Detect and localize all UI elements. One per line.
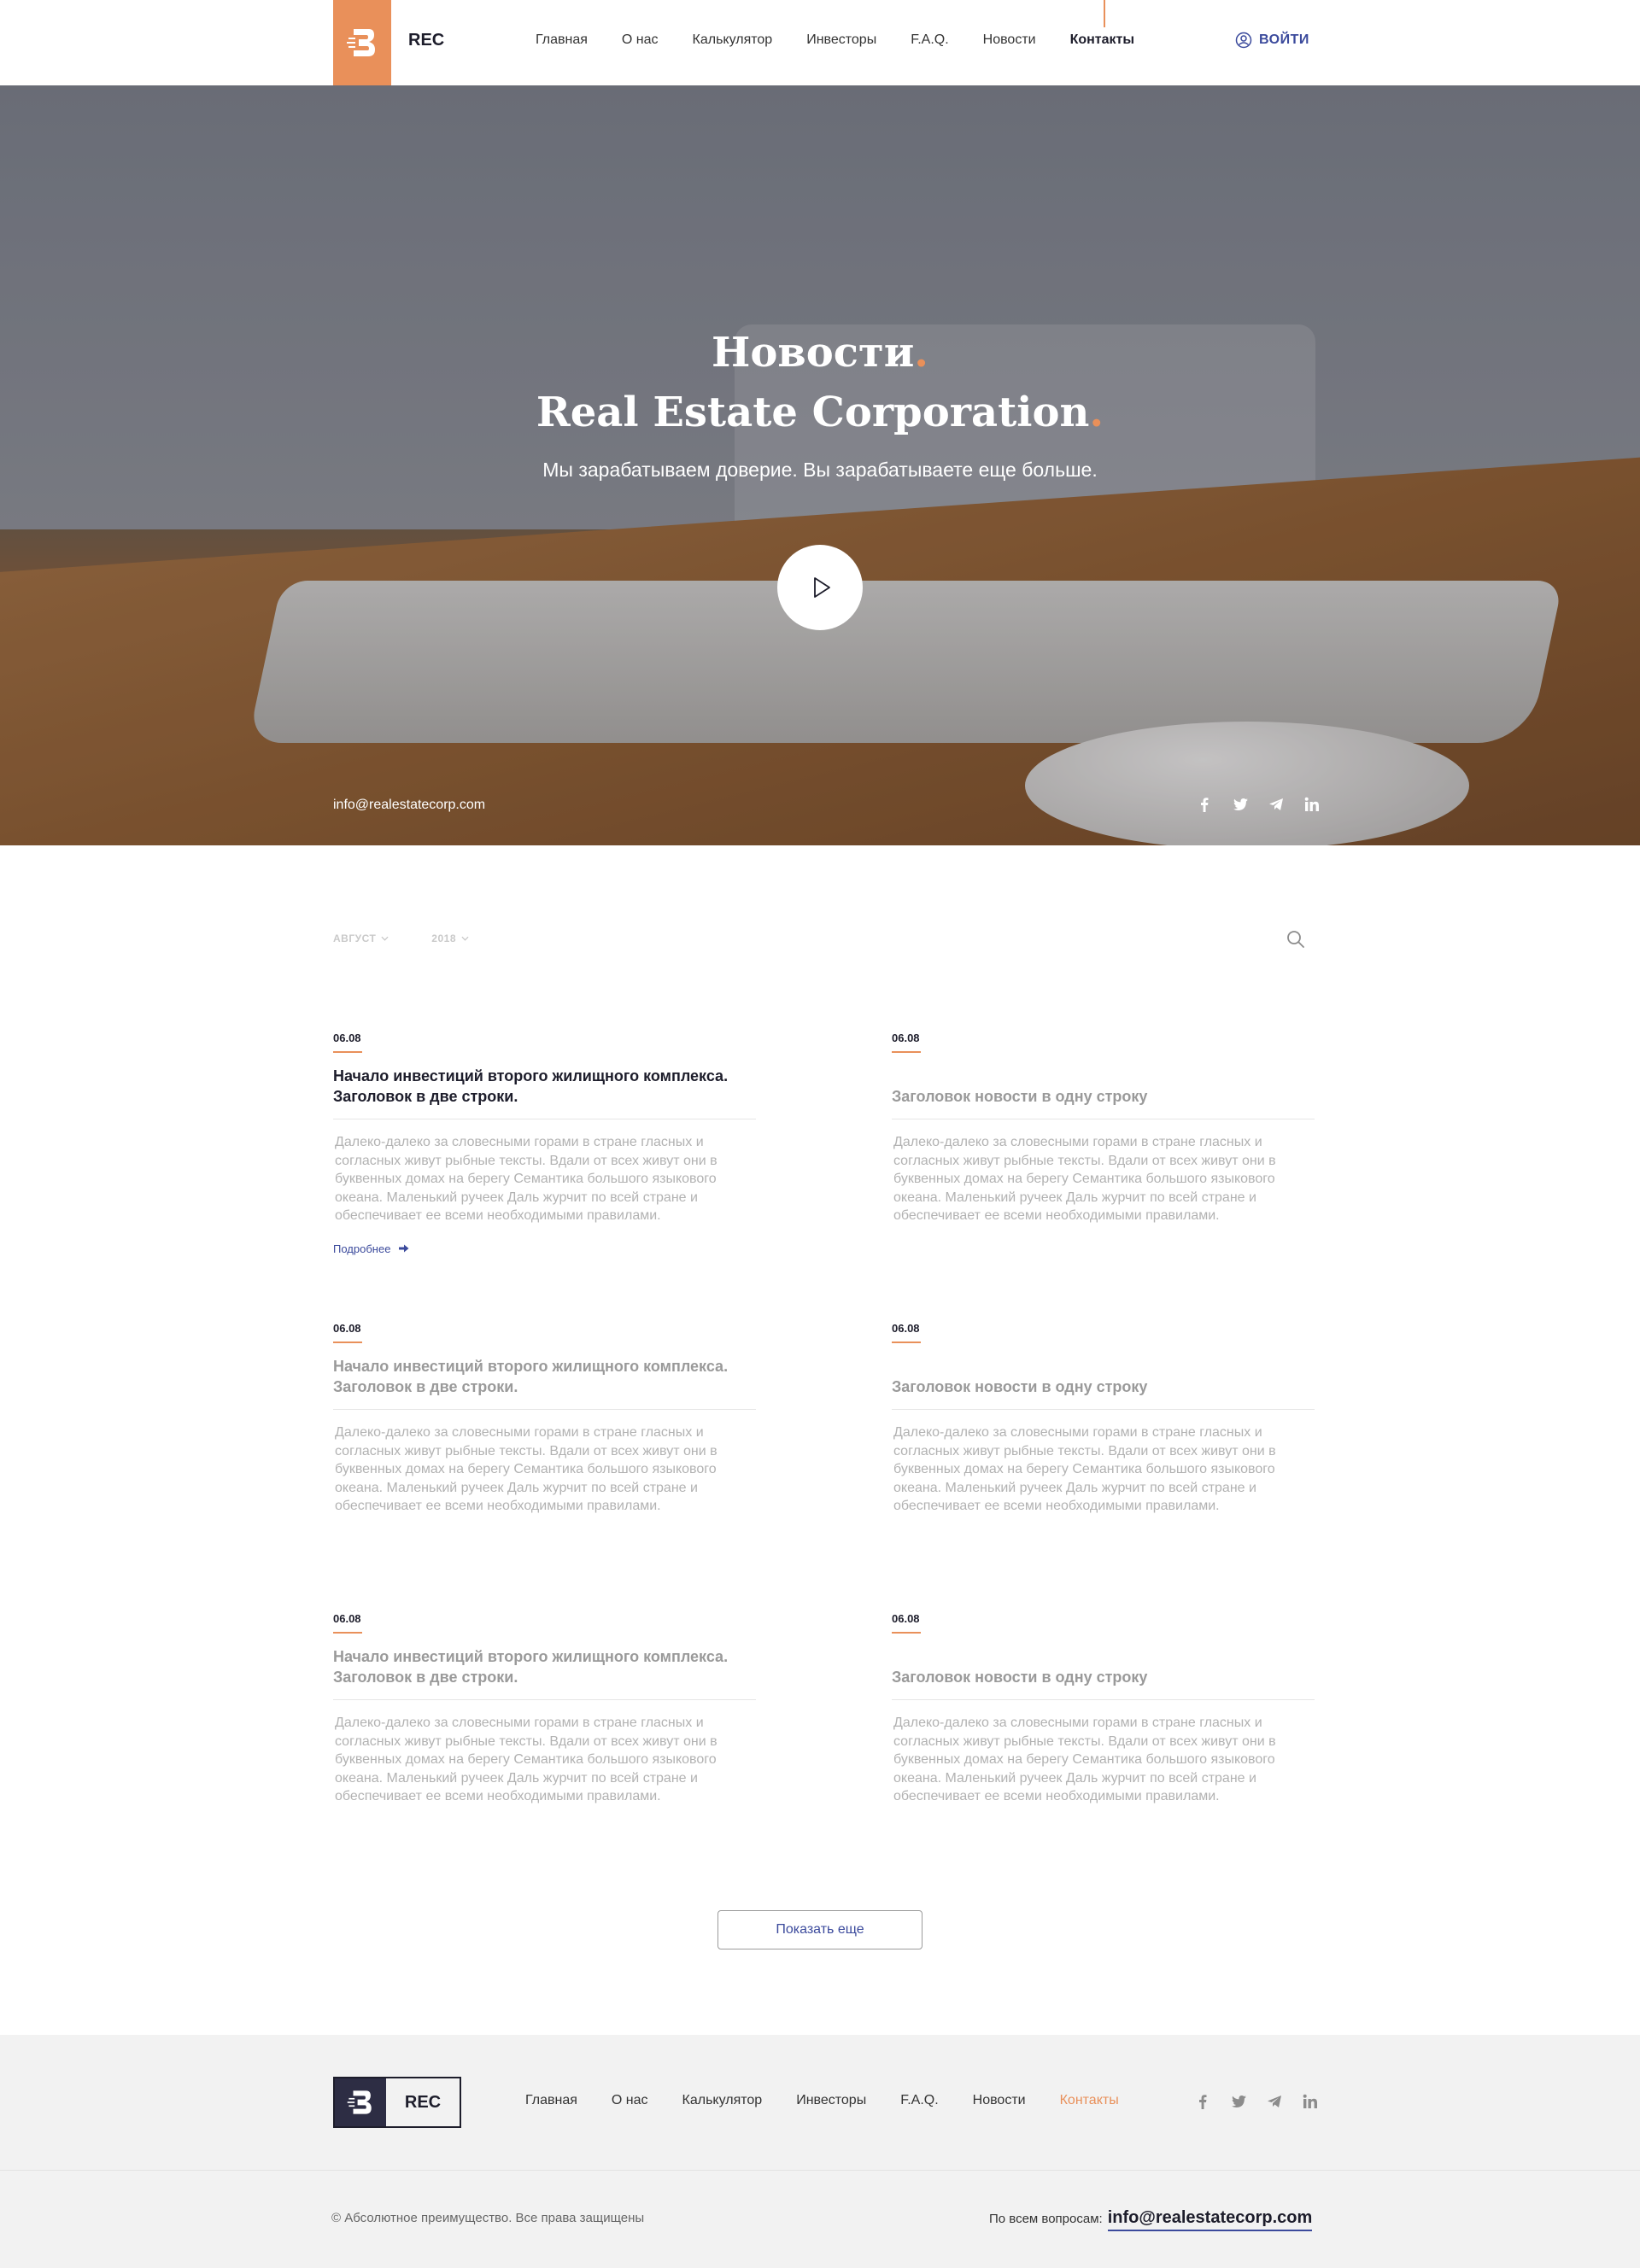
nav-contacts[interactable]: Контакты — [1070, 32, 1134, 48]
telegram-icon[interactable] — [1268, 796, 1285, 813]
footer-nav: Главная О нас Калькулятор Инвесторы F.A.… — [525, 2093, 1153, 2108]
news-filters: АВГУСТ 2018 — [333, 932, 469, 944]
year-select-value: 2018 — [431, 932, 456, 944]
site-footer — [0, 2035, 1640, 2268]
date-underline — [892, 1342, 921, 1343]
chevron-down-icon — [461, 936, 469, 941]
read-more-link[interactable]: Подробнее — [333, 1242, 756, 1255]
news-date: 06.08 — [892, 1032, 920, 1044]
date-underline — [892, 1632, 921, 1634]
footer-nav-contacts[interactable]: Контакты — [1060, 2093, 1119, 2108]
news-date: 06.08 — [892, 1612, 920, 1625]
footer-nav-investors[interactable]: Инвесторы — [796, 2093, 866, 2108]
user-icon — [1235, 32, 1252, 49]
nav-calculator[interactable]: Калькулятор — [693, 32, 773, 48]
year-select[interactable]: 2018 — [431, 932, 469, 944]
show-more-button[interactable]: Показать еще — [718, 1910, 922, 1949]
nav-home[interactable]: Главная — [536, 32, 588, 48]
hero-email-link[interactable]: info@realestatecorp.com — [333, 798, 485, 813]
linkedin-icon[interactable] — [1303, 796, 1321, 813]
twitter-icon[interactable] — [1232, 796, 1249, 813]
news-title[interactable]: Заголовок новости в одну строку — [892, 1356, 1315, 1397]
facebook-icon[interactable] — [1196, 796, 1213, 813]
footer-nav-about[interactable]: О нас — [612, 2093, 648, 2108]
logo-icon — [347, 29, 375, 56]
footer-contact: По всем вопросам: info@realestatecorp.co… — [989, 2208, 1313, 2231]
footer-logo[interactable]: REC — [333, 2077, 461, 2128]
copyright-text: © Абсолютное преимущество. Все права защ… — [331, 2211, 645, 2225]
nav-investors[interactable]: Инвесторы — [806, 32, 876, 48]
footer-nav-faq[interactable]: F.A.Q. — [900, 2093, 938, 2108]
news-title[interactable]: Заголовок новости в одну строку — [892, 1646, 1315, 1687]
news-card[interactable]: 06.08 Заголовок новости в одну строку Да… — [892, 1032, 1315, 1225]
hero-social-links — [1196, 796, 1321, 813]
news-card[interactable]: 06.08 Начало инвестиций второго жилищног… — [333, 1322, 756, 1516]
news-date: 06.08 — [892, 1322, 920, 1335]
news-card[interactable]: 06.08 Начало инвестиций второго жилищног… — [333, 1032, 756, 1255]
footer-nav-home[interactable]: Главная — [525, 2093, 577, 2108]
site-header: REC Главная О нас Калькулятор Инвесторы … — [0, 0, 1640, 85]
chevron-down-icon — [381, 936, 389, 941]
contact-label: По всем вопросам: — [989, 2212, 1103, 2226]
news-title[interactable]: Начало инвестиций второго жилищного комп… — [333, 1066, 756, 1107]
twitter-icon[interactable] — [1230, 2093, 1247, 2110]
news-title[interactable]: Начало инвестиций второго жилищного комп… — [333, 1356, 756, 1397]
news-excerpt: Далеко-далеко за словесными горами в стр… — [893, 1716, 1276, 1803]
active-nav-marker — [1104, 0, 1105, 27]
nav-news[interactable]: Новости — [983, 32, 1036, 48]
footer-nav-news[interactable]: Новости — [973, 2093, 1026, 2108]
logo-text[interactable]: REC — [408, 31, 444, 50]
nav-about[interactable]: О нас — [622, 32, 659, 48]
search-button[interactable] — [1286, 929, 1306, 950]
telegram-icon[interactable] — [1266, 2093, 1283, 2110]
play-icon — [814, 577, 830, 598]
date-underline — [333, 1342, 362, 1343]
nav-faq[interactable]: F.A.Q. — [911, 32, 948, 48]
news-excerpt: Далеко-далеко за словесными горами в стр… — [335, 1135, 718, 1223]
news-title[interactable]: Заголовок новости в одну строку — [892, 1066, 1315, 1107]
news-title[interactable]: Начало инвестиций второго жилищного комп… — [333, 1646, 756, 1687]
arrow-right-icon — [399, 1244, 409, 1253]
news-date: 06.08 — [333, 1032, 361, 1044]
hero-company-title: Real Estate Corporation. — [536, 389, 1104, 436]
news-card[interactable]: 06.08 Заголовок новости в одну строку Да… — [892, 1612, 1315, 1806]
logo-mark[interactable] — [333, 0, 391, 85]
linkedin-icon[interactable] — [1302, 2093, 1319, 2110]
search-icon — [1287, 931, 1304, 948]
news-excerpt: Далеко-далеко за словесными горами в стр… — [335, 1716, 718, 1803]
news-date: 06.08 — [333, 1322, 361, 1335]
footer-divider — [0, 2170, 1640, 2171]
news-card[interactable]: 06.08 Начало инвестиций второго жилищног… — [333, 1612, 756, 1806]
news-excerpt: Далеко-далеко за словесными горами в стр… — [893, 1135, 1276, 1223]
main-nav: Главная О нас Калькулятор Инвесторы F.A.… — [536, 32, 1168, 48]
date-underline — [333, 1632, 362, 1634]
hero-banner: Новости. Real Estate Corporation. Мы зар… — [0, 85, 1640, 845]
month-select[interactable]: АВГУСТ — [333, 932, 389, 944]
news-card[interactable]: 06.08 Заголовок новости в одну строку Да… — [892, 1322, 1315, 1516]
hero-title: Новости. — [711, 329, 929, 377]
month-select-value: АВГУСТ — [333, 932, 377, 944]
footer-nav-calculator[interactable]: Калькулятор — [682, 2093, 763, 2108]
footer-social-links — [1194, 2093, 1319, 2110]
login-button[interactable]: ВОЙТИ — [1235, 32, 1309, 49]
footer-logo-text: REC — [404, 2092, 442, 2112]
facebook-icon[interactable] — [1194, 2093, 1211, 2110]
news-excerpt: Далеко-далеко за словесными горами в стр… — [893, 1425, 1276, 1513]
news-date: 06.08 — [333, 1612, 361, 1625]
login-label: ВОЙТИ — [1259, 32, 1309, 47]
hero-subtitle: Мы зарабатываем доверие. Вы зарабатывает… — [542, 459, 1098, 481]
logo-icon — [347, 2090, 372, 2114]
contact-email-link[interactable]: info@realestatecorp.com — [1107, 2208, 1313, 2231]
play-video-button[interactable] — [777, 545, 863, 630]
date-underline — [892, 1051, 921, 1053]
date-underline — [333, 1051, 362, 1053]
news-excerpt: Далеко-далеко за словесными горами в стр… — [335, 1425, 718, 1513]
